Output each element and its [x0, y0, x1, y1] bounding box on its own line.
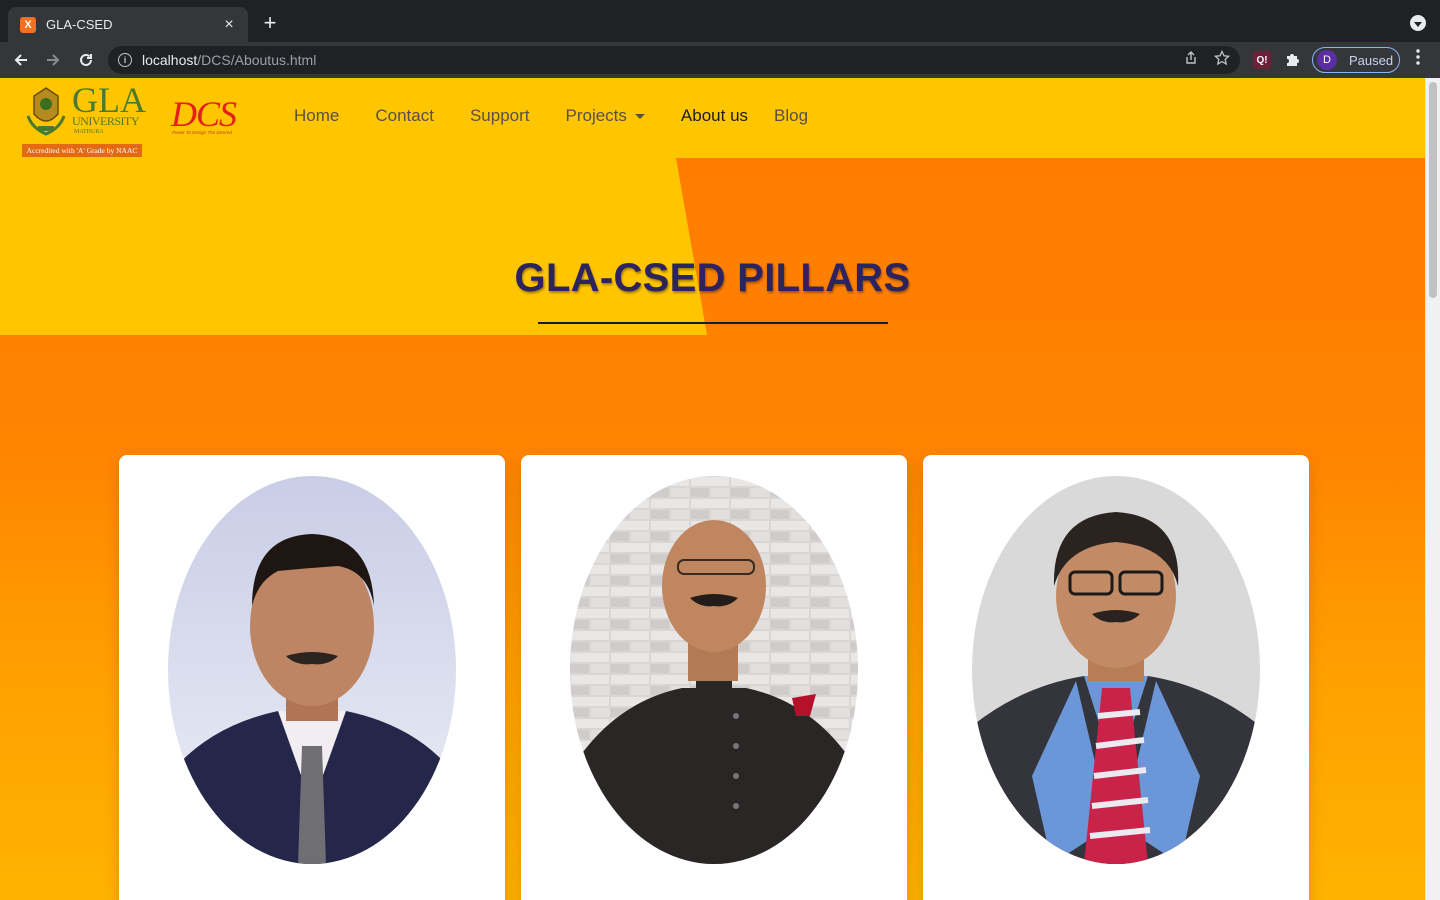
pillar-portrait-2 — [570, 476, 858, 864]
gla-logo-city: MATHURA — [74, 129, 104, 135]
browser-tabstrip: X GLA-CSED × + — [0, 0, 1440, 42]
forward-arrow-icon[interactable] — [41, 48, 65, 72]
gla-crest-icon — [26, 87, 66, 136]
tab-close-icon[interactable]: × — [220, 16, 238, 34]
title-underline — [538, 322, 888, 324]
pillar-card — [521, 455, 907, 900]
xampp-favicon-icon: X — [20, 16, 36, 33]
naac-banner: Accredited with 'A' Grade by NAAC — [22, 144, 142, 157]
extension-q-icon[interactable]: Q! — [1253, 51, 1271, 69]
tab-title: GLA-CSED — [46, 17, 113, 32]
pillar-portrait-3 — [972, 476, 1260, 864]
hero-section: GLA-CSED PILLARS — [0, 158, 1425, 335]
main-nav: Home Contact Support Projects About us B… — [276, 106, 826, 126]
address-bar[interactable]: i localhost/DCS/Aboutus.html — [108, 46, 1240, 74]
profile-status: Paused — [1349, 52, 1394, 68]
dcs-tagline: Power To Design The Desired — [172, 130, 232, 135]
star-icon[interactable] — [1213, 49, 1231, 70]
scrollbar-thumb[interactable] — [1429, 82, 1437, 298]
url-text[interactable]: localhost/DCS/Aboutus.html — [142, 52, 1168, 68]
page-scrollbar[interactable] — [1425, 78, 1440, 900]
gla-logo-text: GLA — [72, 80, 146, 120]
share-icon[interactable] — [1184, 51, 1198, 69]
url-path: /DCS/Aboutus.html — [197, 52, 317, 68]
page-viewport: GLA UNIVERSITY MATHURA Accredited with '… — [0, 78, 1440, 900]
url-host: localhost — [142, 52, 198, 68]
gla-logo-subtitle: UNIVERSITY — [72, 114, 140, 128]
page-title: GLA-CSED PILLARS — [514, 256, 911, 300]
avatar: D — [1317, 50, 1337, 70]
caret-down-icon — [634, 113, 645, 119]
pillar-portrait-1 — [168, 476, 456, 864]
dcs-logo[interactable]: DCS Power To Design The Desired — [171, 96, 243, 138]
pillar-card — [119, 455, 505, 900]
hero-yellow-panel — [0, 158, 707, 335]
back-arrow-icon[interactable] — [9, 48, 33, 72]
gla-university-logo[interactable]: GLA UNIVERSITY MATHURA Accredited with '… — [22, 80, 146, 157]
site-navbar: GLA UNIVERSITY MATHURA Accredited with '… — [0, 78, 1425, 158]
new-tab-button[interactable]: + — [258, 12, 282, 34]
puzzle-icon[interactable] — [1284, 50, 1302, 73]
nav-support[interactable]: Support — [452, 106, 548, 126]
info-icon[interactable]: i — [118, 53, 132, 67]
page-body: GLA UNIVERSITY MATHURA Accredited with '… — [0, 78, 1425, 900]
nav-about-us[interactable]: About us — [663, 106, 766, 126]
browser-toolbar: i localhost/DCS/Aboutus.html Q! D Paused — [0, 42, 1440, 78]
pillar-card — [923, 455, 1309, 900]
nav-projects-label: Projects — [565, 106, 627, 125]
nav-contact[interactable]: Contact — [357, 106, 452, 126]
browser-tab-active[interactable]: X GLA-CSED × — [8, 7, 248, 42]
kebab-menu-icon[interactable] — [1408, 49, 1428, 70]
nav-projects-dropdown[interactable]: Projects — [548, 106, 663, 126]
nav-home[interactable]: Home — [276, 106, 357, 126]
nav-blog[interactable]: Blog — [766, 106, 826, 126]
tab-search-icon[interactable] — [1410, 15, 1426, 31]
dcs-logo-text: DCS — [171, 94, 237, 134]
profile-button[interactable]: D Paused — [1312, 47, 1400, 73]
reload-icon[interactable] — [74, 48, 98, 72]
